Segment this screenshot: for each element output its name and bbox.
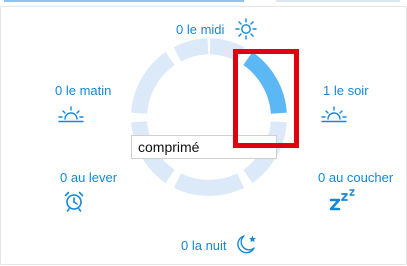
active-segment-highlight <box>233 49 299 148</box>
label-soir[interactable]: 1 le soir <box>323 83 369 99</box>
label-midi[interactable]: 0 le midi <box>176 22 224 38</box>
dose-unit-input[interactable] <box>132 136 276 158</box>
label-matin[interactable]: 0 le matin <box>55 83 111 99</box>
sleep-zzz-icon[interactable] <box>329 188 357 212</box>
label-nuit[interactable]: 0 la nuit <box>181 238 227 254</box>
ring-segment-midi-left[interactable] <box>173 38 209 62</box>
label-coucher[interactable]: 0 au coucher <box>318 170 393 186</box>
sun-icon[interactable] <box>234 17 258 41</box>
ring-segment-midi[interactable] <box>209 38 245 62</box>
sunrise-icon[interactable] <box>58 104 84 124</box>
label-lever[interactable]: 0 au lever <box>60 170 117 186</box>
moon-star-icon[interactable] <box>234 233 258 257</box>
alarm-clock-icon[interactable] <box>63 190 85 212</box>
ring-segment-soir[interactable] <box>243 51 287 115</box>
sunset-icon[interactable] <box>321 104 347 124</box>
dose-unit-field[interactable] <box>131 135 277 159</box>
dosage-panel: 0 le midi 0 le matin 1 le soir 0 au leve… <box>0 6 407 265</box>
ring-segment-matin[interactable] <box>131 51 175 115</box>
ring-segment-nuit[interactable] <box>173 173 245 196</box>
